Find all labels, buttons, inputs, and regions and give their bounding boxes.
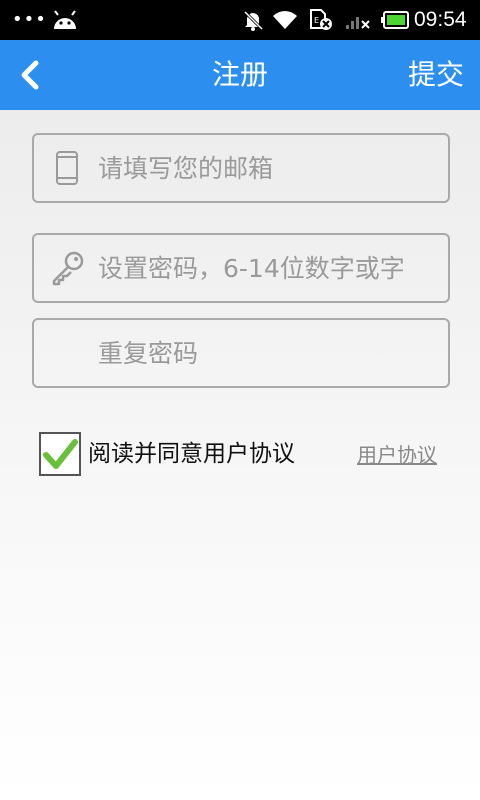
battery-icon	[381, 11, 409, 29]
sim-error-icon: E	[310, 9, 332, 30]
email-input[interactable]	[98, 135, 438, 201]
notification-dots: •••	[12, 9, 47, 30]
checkmark-icon	[43, 439, 78, 469]
user-agreement-link[interactable]: 用户协议	[357, 441, 437, 469]
confirm-password-input[interactable]	[98, 320, 438, 386]
confirm-password-field-container	[32, 318, 450, 388]
email-field-container	[32, 133, 450, 203]
signal-icon	[346, 17, 370, 29]
phone-icon	[56, 151, 78, 185]
app-header: 注册 提交	[0, 40, 480, 110]
svg-text:E: E	[314, 16, 319, 25]
agreement-checkbox[interactable]	[39, 432, 81, 476]
mute-icon	[243, 10, 264, 31]
clock: 09:54	[414, 8, 467, 31]
chevron-left-icon	[21, 60, 39, 90]
password-input[interactable]	[98, 235, 438, 301]
wifi-icon	[273, 11, 297, 29]
back-button[interactable]	[14, 58, 48, 92]
status-bar: ••• E 09:54	[0, 0, 480, 40]
android-icon	[54, 10, 76, 29]
key-icon	[52, 251, 84, 286]
password-field-container	[32, 233, 450, 303]
submit-button[interactable]: 提交	[408, 40, 464, 110]
agreement-label: 阅读并同意用户协议	[88, 441, 295, 467]
